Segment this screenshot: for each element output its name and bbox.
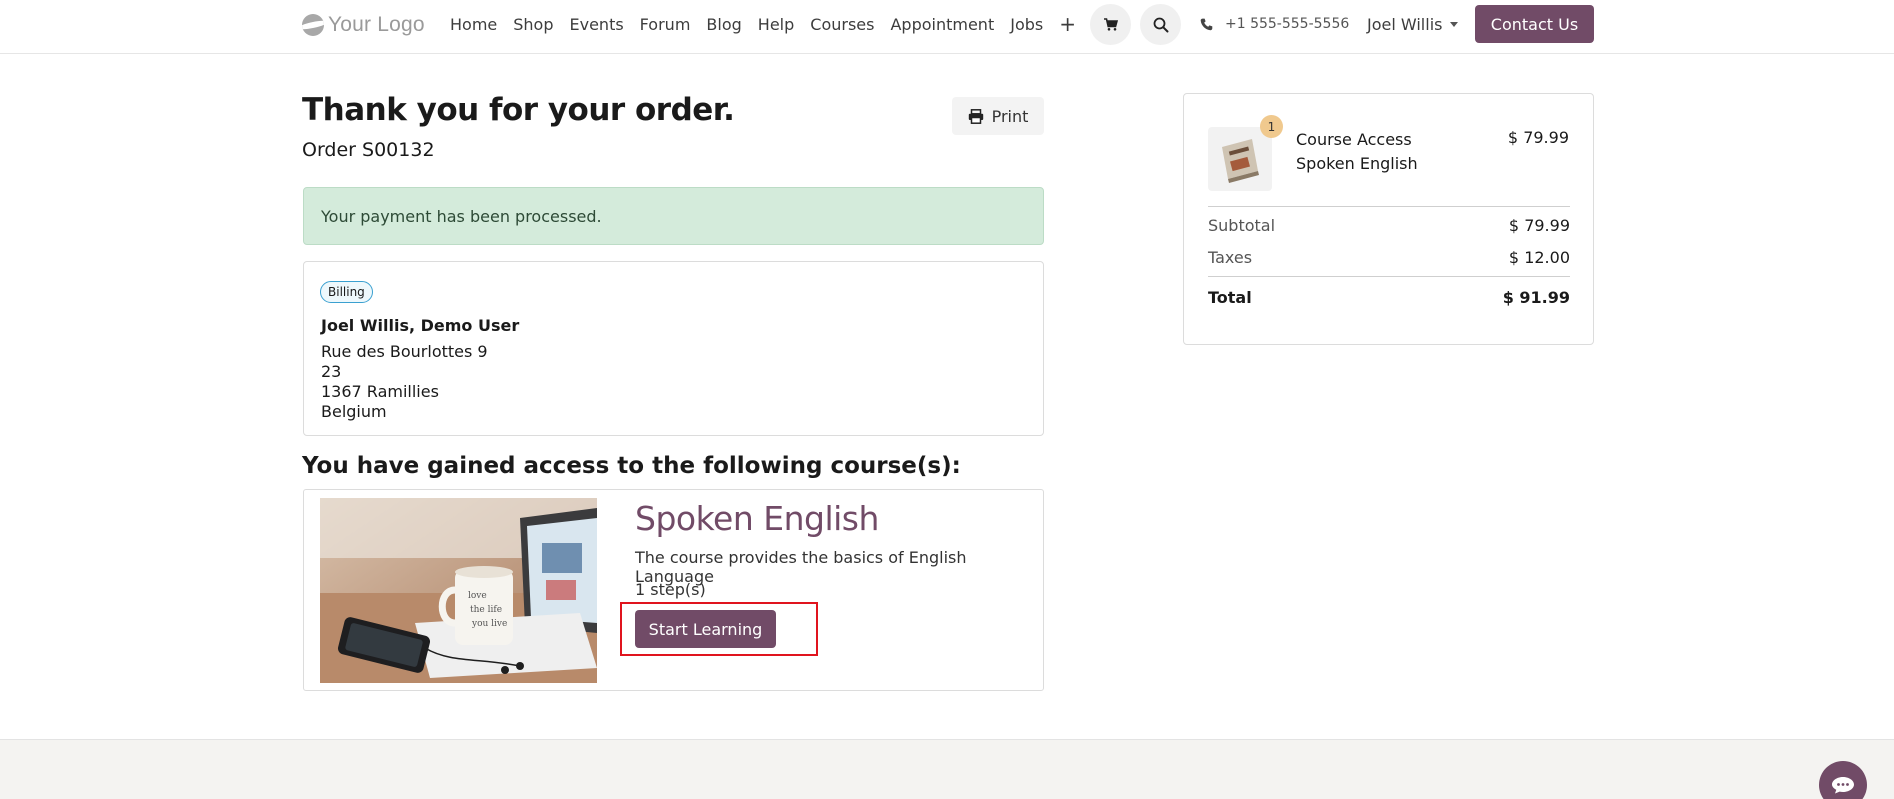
phone-number: +1 555-555-5556 bbox=[1225, 16, 1350, 32]
course-card: love the life you live Spoken English Th… bbox=[303, 489, 1044, 691]
book-image bbox=[1222, 139, 1259, 183]
phone-link[interactable]: +1 555-555-5556 bbox=[1200, 14, 1349, 34]
printer-icon bbox=[968, 108, 983, 124]
billing-card: Billing Joel Willis, Demo User Rue des B… bbox=[303, 261, 1044, 436]
address-line: 1367 Ramillies bbox=[321, 382, 439, 401]
billing-badge: Billing bbox=[320, 281, 373, 303]
course-photo-illustration: love the life you live bbox=[320, 498, 597, 683]
product-thumbnail bbox=[1208, 127, 1272, 191]
taxes-row: Taxes $ 12.00 bbox=[1208, 248, 1570, 267]
svg-text:love: love bbox=[468, 591, 487, 601]
course-title[interactable]: Spoken English bbox=[635, 499, 879, 538]
highlight-box bbox=[620, 602, 818, 656]
address-line: Belgium bbox=[321, 402, 387, 421]
svg-text:you live: you live bbox=[471, 619, 507, 629]
address-line: 23 bbox=[321, 362, 342, 381]
divider bbox=[1208, 276, 1570, 277]
cart-button[interactable] bbox=[1090, 4, 1131, 45]
user-menu[interactable]: Joel Willis bbox=[1367, 14, 1459, 34]
nav-help[interactable]: Help bbox=[758, 15, 794, 34]
nav-blog[interactable]: Blog bbox=[706, 15, 741, 34]
print-button[interactable]: Print bbox=[952, 97, 1044, 135]
summary-item-price: $ 79.99 bbox=[1507, 128, 1569, 147]
search-button[interactable] bbox=[1140, 4, 1181, 45]
billing-address: Rue des Bourlottes 9 23 1367 Ramillies B… bbox=[321, 342, 488, 422]
nav-events[interactable]: Events bbox=[570, 15, 624, 34]
address-line: Rue des Bourlottes 9 bbox=[321, 342, 488, 361]
taxes-label: Taxes bbox=[1208, 248, 1253, 267]
nav-shop[interactable]: Shop bbox=[513, 15, 553, 34]
phone-icon bbox=[1200, 18, 1213, 30]
billing-name: Joel Willis, Demo User bbox=[321, 316, 520, 335]
contact-us-button[interactable]: Contact Us bbox=[1475, 5, 1594, 43]
payment-alert: Your payment has been processed. bbox=[303, 187, 1044, 245]
logo-icon bbox=[302, 14, 324, 36]
divider bbox=[1208, 206, 1570, 207]
subtotal-value: $ 79.99 bbox=[1508, 216, 1570, 235]
subtotal-row: Subtotal $ 79.99 bbox=[1208, 216, 1570, 235]
main-nav: Home Shop Events Forum Blog Help Courses… bbox=[450, 0, 1092, 48]
nav-forum[interactable]: Forum bbox=[640, 15, 691, 34]
nav-jobs[interactable]: Jobs bbox=[1010, 15, 1043, 34]
cart-icon bbox=[1103, 18, 1118, 31]
print-label: Print bbox=[991, 106, 1029, 126]
site-header: Your Logo Home Shop Events Forum Blog He… bbox=[0, 0, 1894, 54]
quantity-badge: 1 bbox=[1260, 115, 1283, 138]
svg-text:the life: the life bbox=[470, 605, 502, 615]
order-reference: Order S00132 bbox=[302, 139, 435, 161]
page-title: Thank you for your order. bbox=[302, 92, 735, 128]
subtotal-label: Subtotal bbox=[1208, 216, 1276, 235]
nav-home[interactable]: Home bbox=[450, 15, 497, 34]
summary-item-name[interactable]: Course Access Spoken English bbox=[1296, 128, 1418, 176]
course-steps: 1 step(s) bbox=[635, 580, 706, 599]
nav-courses[interactable]: Courses bbox=[810, 15, 874, 34]
caret-down-icon bbox=[1450, 21, 1459, 27]
item-name-line: Course Access bbox=[1296, 130, 1412, 149]
total-value: $ 91.99 bbox=[1502, 288, 1570, 307]
user-name: Joel Willis bbox=[1367, 14, 1443, 34]
search-icon bbox=[1153, 17, 1168, 32]
taxes-value: $ 12.00 bbox=[1508, 248, 1570, 267]
course-image[interactable]: love the life you live bbox=[320, 498, 597, 683]
item-name-line: Spoken English bbox=[1296, 154, 1418, 173]
total-label: Total bbox=[1208, 288, 1252, 307]
chat-icon bbox=[1832, 777, 1854, 794]
total-row: Total $ 91.99 bbox=[1208, 288, 1570, 307]
order-summary: 1 Course Access Spoken English $ 79.99 S… bbox=[1183, 93, 1594, 345]
nav-appointment[interactable]: Appointment bbox=[890, 15, 994, 34]
logo-text: Your Logo bbox=[328, 13, 425, 36]
site-logo[interactable]: Your Logo bbox=[302, 10, 425, 40]
courses-heading: You have gained access to the following … bbox=[302, 453, 961, 479]
nav-add-icon[interactable]: + bbox=[1059, 12, 1076, 36]
page-footer bbox=[0, 739, 1894, 799]
